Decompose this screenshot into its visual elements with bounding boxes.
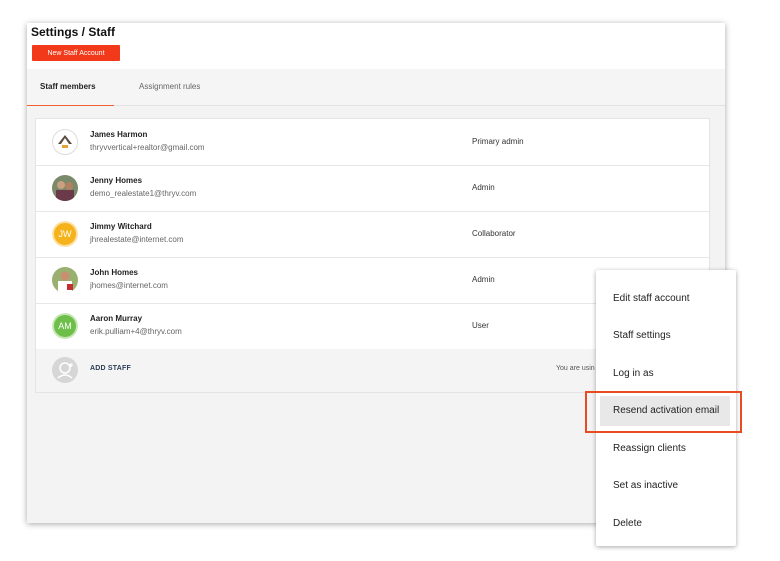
avatar: AM xyxy=(52,313,78,339)
menu-item-label: Reassign clients xyxy=(613,443,686,454)
table-row[interactable]: James Harmon thryvvertical+realtor@gmail… xyxy=(36,119,709,166)
menu-item-delete[interactable]: Delete xyxy=(596,509,736,539)
staff-role: Admin xyxy=(472,183,495,192)
tab-label: Staff members xyxy=(40,82,96,91)
add-staff-avatar xyxy=(52,357,78,383)
staff-email: erik.pulliam+4@thryv.com xyxy=(90,327,182,336)
user-photo-icon xyxy=(52,267,78,293)
avatar xyxy=(52,175,78,201)
staff-email: jhomes@internet.com xyxy=(90,281,168,290)
avatar xyxy=(52,267,78,293)
tab-staff-members[interactable]: Staff members xyxy=(27,69,114,107)
new-staff-account-button[interactable]: New Staff Account xyxy=(32,45,120,61)
staff-name: John Homes xyxy=(90,268,139,277)
highlight-annotation-box xyxy=(585,391,742,433)
avatar: JW xyxy=(52,221,78,247)
company-logo-icon xyxy=(58,135,72,148)
staff-email: demo_realestate1@thryv.com xyxy=(90,189,197,198)
add-staff-label: ADD STAFF xyxy=(90,365,131,372)
staff-name: Jenny Homes xyxy=(90,176,143,185)
staff-name: James Harmon xyxy=(90,130,148,139)
user-photo-icon xyxy=(52,175,78,201)
staff-role: Primary admin xyxy=(472,137,524,146)
menu-item-label: Staff settings xyxy=(613,330,671,341)
user-plus-icon xyxy=(57,362,73,379)
menu-item-edit-staff-account[interactable]: Edit staff account xyxy=(596,284,736,314)
staff-email: jhrealestate@internet.com xyxy=(90,235,184,244)
staff-role: Collaborator xyxy=(472,229,516,238)
table-row[interactable]: Jenny Homes demo_realestate1@thryv.com A… xyxy=(36,165,709,212)
menu-item-label: Log in as xyxy=(613,368,654,379)
staff-role: User xyxy=(472,321,489,330)
avatar-initials: JW xyxy=(52,221,78,247)
menu-item-label: Set as inactive xyxy=(613,480,679,491)
staff-role: Admin xyxy=(472,275,495,284)
menu-item-reassign-clients[interactable]: Reassign clients xyxy=(596,434,736,464)
staff-name: Jimmy Witchard xyxy=(90,222,152,231)
staff-email: thryvvertical+realtor@gmail.com xyxy=(90,143,205,152)
menu-item-staff-settings[interactable]: Staff settings xyxy=(596,321,736,351)
menu-item-set-as-inactive[interactable]: Set as inactive xyxy=(596,471,736,501)
page-title: Settings / Staff xyxy=(31,25,116,39)
menu-item-label: Delete xyxy=(613,518,642,529)
staff-name: Aaron Murray xyxy=(90,314,143,323)
menu-item-log-in-as[interactable]: Log in as xyxy=(596,359,736,389)
tab-assignment-rules[interactable]: Assignment rules xyxy=(139,69,200,105)
avatar-initials: AM xyxy=(52,313,78,339)
tab-bar: Staff members Assignment rules xyxy=(27,69,725,107)
avatar xyxy=(52,129,78,155)
menu-item-label: Edit staff account xyxy=(613,293,690,304)
license-note: You are usin xyxy=(556,365,595,372)
table-row[interactable]: JW Jimmy Witchard jhrealestate@internet.… xyxy=(36,211,709,258)
